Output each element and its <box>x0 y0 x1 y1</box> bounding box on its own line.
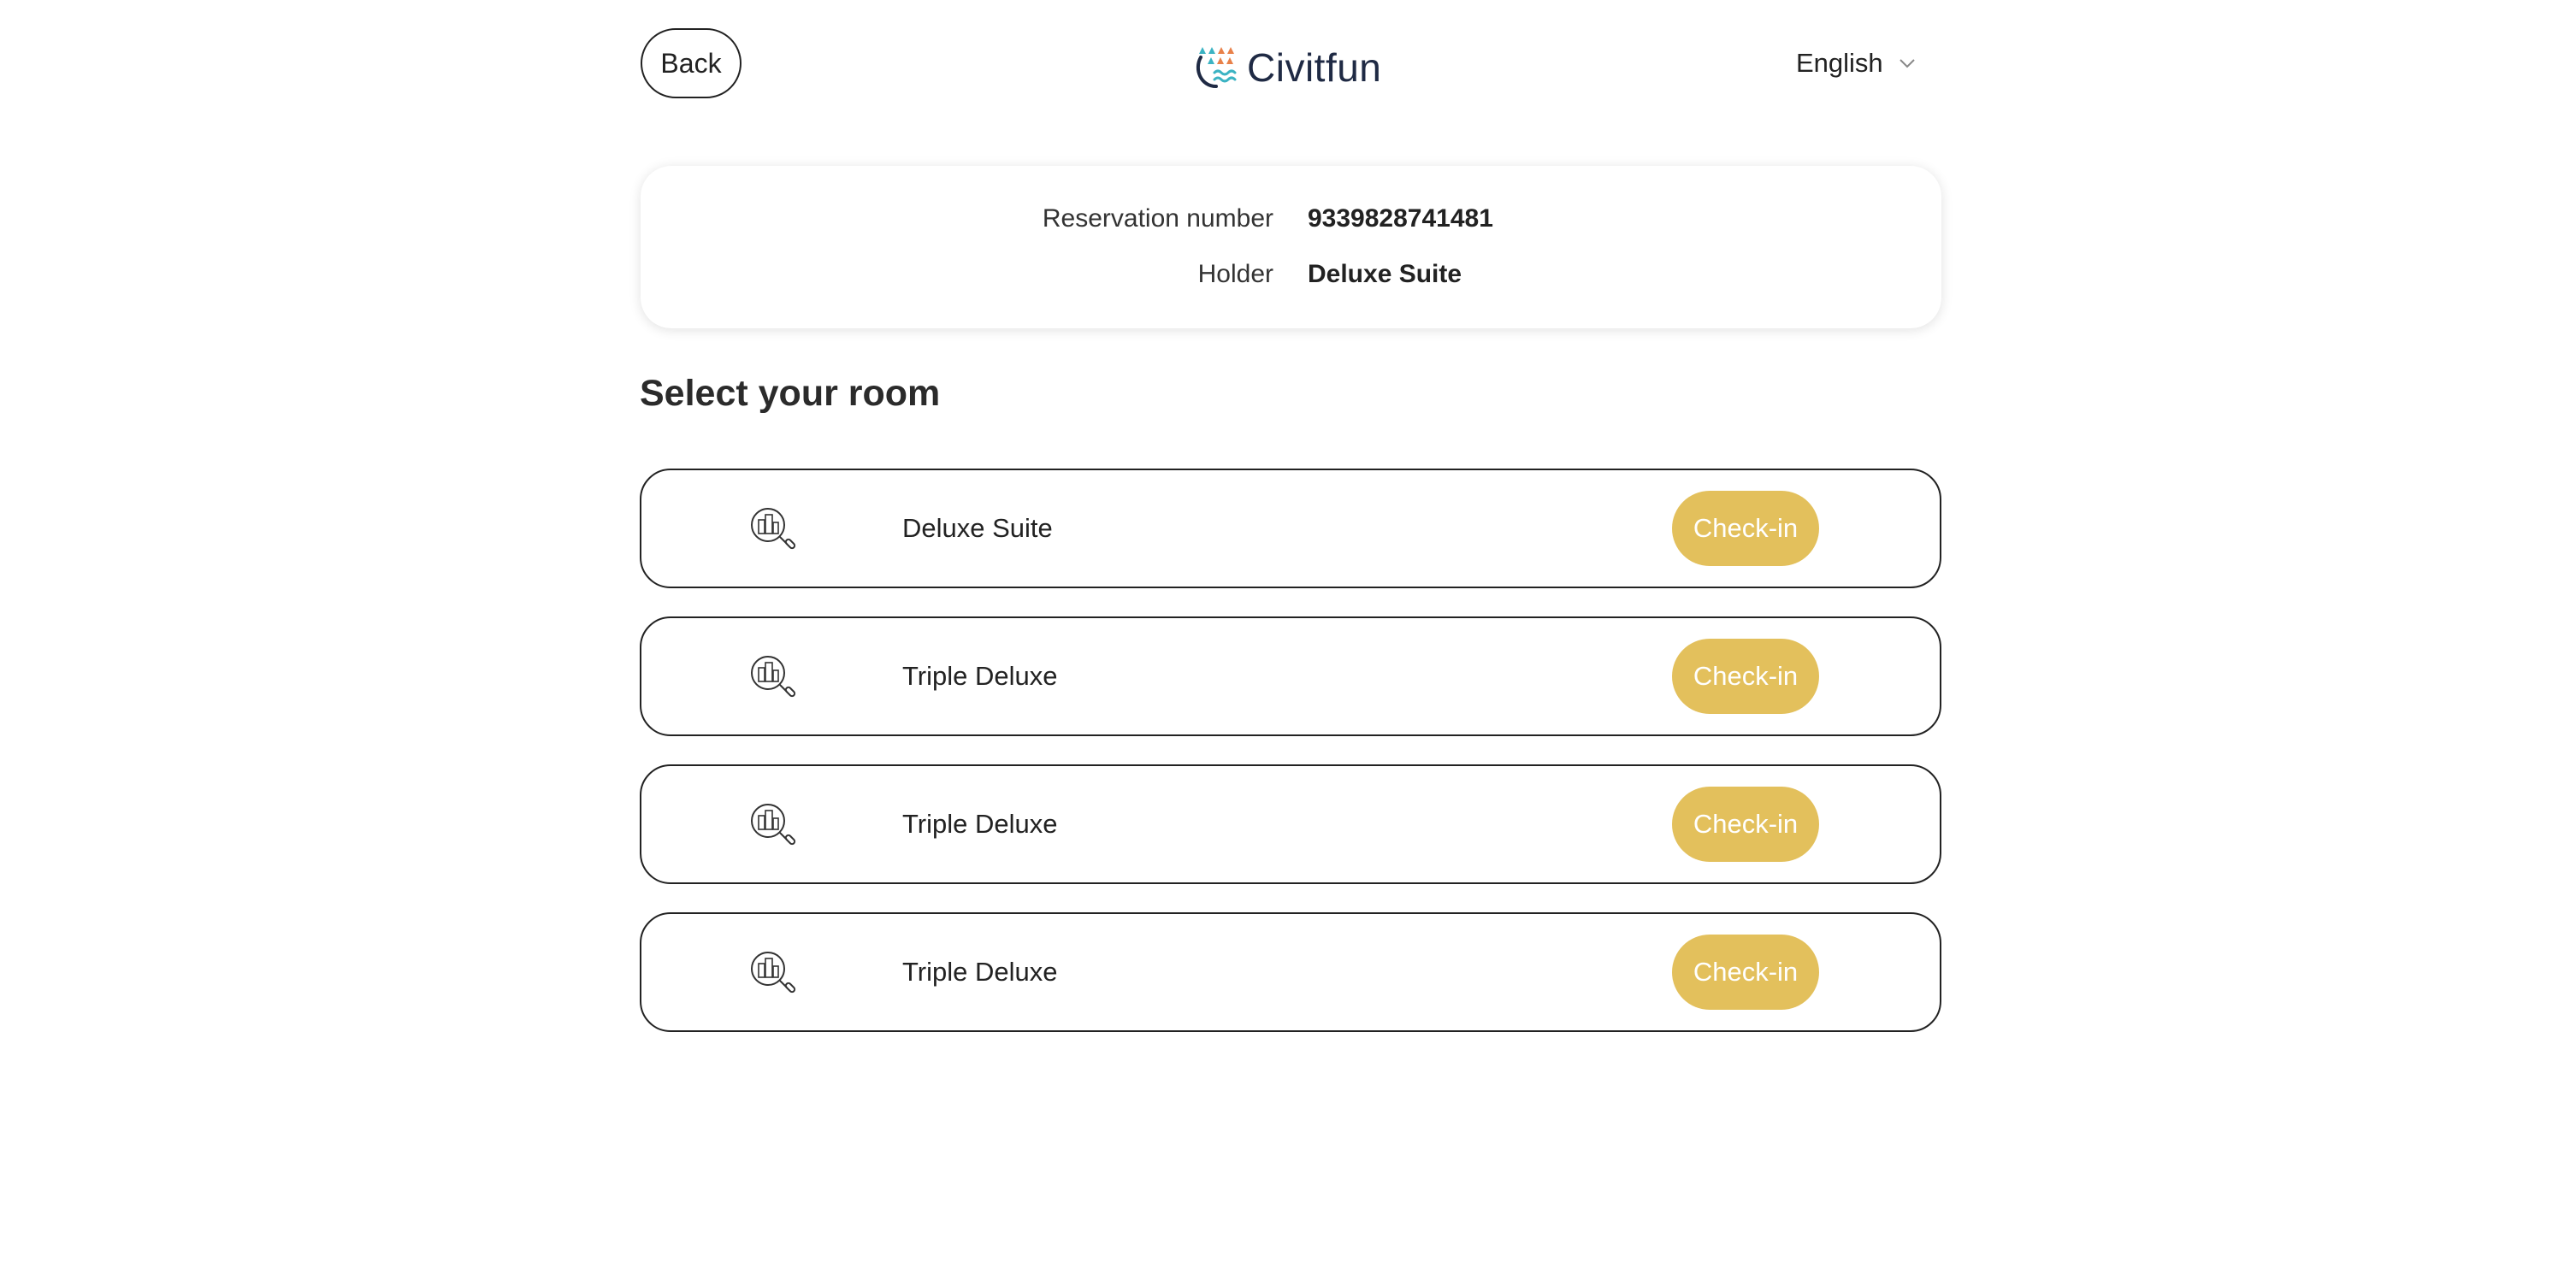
hotel-search-icon <box>749 654 797 700</box>
hotel-search-icon <box>749 950 797 996</box>
check-in-button[interactable]: Check-in <box>1672 639 1819 714</box>
reservation-number-value: 9339828741481 <box>1308 204 1493 233</box>
room-name: Triple Deluxe <box>902 809 1058 839</box>
hotel-search-icon <box>749 506 797 552</box>
holder-row: Holder Deluxe Suite <box>641 257 1941 292</box>
civitfun-logo: Civitfun <box>1196 43 1381 92</box>
hotel-search-icon <box>749 802 797 848</box>
check-in-button[interactable]: Check-in <box>1672 935 1819 1010</box>
reservation-card: Reservation number 9339828741481 Holder … <box>641 166 1941 328</box>
holder-value: Deluxe Suite <box>1308 260 1462 288</box>
room-row: Triple Deluxe Check-in <box>640 616 1941 736</box>
check-in-button[interactable]: Check-in <box>1672 787 1819 862</box>
reservation-number-label: Reservation number <box>1042 204 1273 233</box>
room-row: Triple Deluxe Check-in <box>640 912 1941 1032</box>
room-name: Triple Deluxe <box>902 661 1058 691</box>
brand-name: Civitfun <box>1247 45 1382 90</box>
language-label: English <box>1796 48 1883 78</box>
chevron-down-icon <box>1899 58 1916 68</box>
room-row: Triple Deluxe Check-in <box>640 764 1941 884</box>
language-selector[interactable]: English <box>1796 44 1916 82</box>
check-in-button[interactable]: Check-in <box>1672 491 1819 566</box>
holder-label: Holder <box>1197 260 1273 288</box>
room-row: Deluxe Suite Check-in <box>640 469 1941 588</box>
room-name: Deluxe Suite <box>902 513 1053 543</box>
civitfun-logo-icon <box>1196 47 1237 88</box>
page: Back Civitfun English Reservation number… <box>0 0 2576 1262</box>
room-name: Triple Deluxe <box>902 957 1058 987</box>
section-title: Select your room <box>640 373 941 414</box>
back-button[interactable]: Back <box>641 28 741 98</box>
reservation-number-row: Reservation number 9339828741481 <box>641 202 1941 236</box>
